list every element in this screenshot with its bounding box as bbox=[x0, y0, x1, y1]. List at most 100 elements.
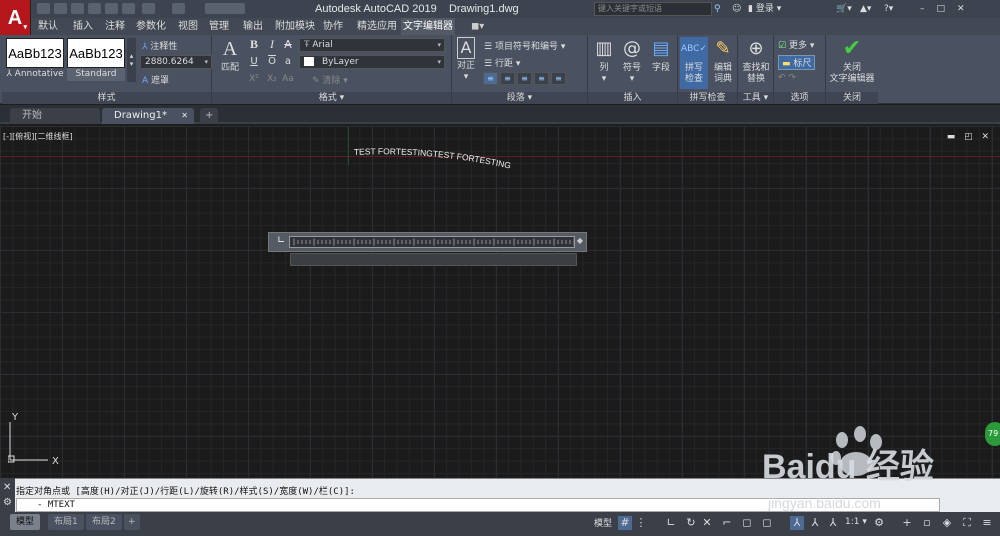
tab-default[interactable]: 默认 bbox=[36, 18, 60, 35]
customize-icon[interactable]: ≡ bbox=[980, 516, 994, 530]
align-left-icon[interactable]: ≡ bbox=[483, 72, 498, 85]
polar-icon[interactable]: ↻ bbox=[684, 516, 698, 530]
lineweight-icon[interactable]: ◻ bbox=[760, 516, 774, 530]
strikethrough-icon[interactable]: A bbox=[282, 38, 294, 51]
store-icon[interactable]: 🛒▾ bbox=[836, 2, 852, 16]
subscript-icon[interactable]: X₂ bbox=[266, 73, 278, 85]
new-icon[interactable] bbox=[37, 3, 50, 14]
exchange-icon[interactable]: ▲▾ bbox=[860, 2, 871, 16]
bold-icon[interactable]: B bbox=[248, 37, 260, 51]
annotation-scale-icon[interactable]: ⅄ bbox=[826, 516, 840, 530]
tab-addins[interactable]: 附加模块 bbox=[273, 18, 317, 35]
layout-tab-model[interactable]: 模型 bbox=[10, 514, 41, 530]
undo-icon[interactable] bbox=[142, 3, 155, 14]
model-space-button[interactable]: 模型 bbox=[594, 516, 612, 529]
tab-stop-icon[interactable]: ∟ bbox=[277, 235, 285, 246]
tab-collaborate[interactable]: 协作 bbox=[321, 18, 345, 35]
tab-drawing1[interactable]: Drawing1* ✕ bbox=[102, 108, 194, 124]
user-icon[interactable]: ☺ bbox=[732, 2, 741, 16]
edit-dictionary-button[interactable]: ✎ 编辑 词典 bbox=[710, 37, 736, 85]
window-controls[interactable]: –□✕ bbox=[920, 2, 977, 16]
more-dropdown[interactable]: ☑ 更多 ▾ bbox=[778, 38, 814, 51]
style-preview-annotative[interactable]: AaBb123 bbox=[6, 38, 64, 68]
mask-button[interactable]: A 遮罩 bbox=[142, 73, 169, 86]
annotation-monitor-icon[interactable]: + bbox=[900, 516, 914, 530]
annotation-visibility-icon[interactable]: ⅄ bbox=[790, 516, 804, 530]
search-input[interactable]: 键入关键字或短语 bbox=[594, 2, 712, 16]
close-command-icon[interactable]: ✕ bbox=[3, 482, 11, 493]
autocad-logo[interactable]: A ▾ bbox=[0, 0, 31, 37]
tab-insert[interactable]: 插入 bbox=[71, 18, 95, 35]
viewport-window-controls[interactable]: ▬ ◰ ✕ bbox=[947, 132, 992, 142]
command-settings-icon[interactable]: ⚙ bbox=[3, 497, 12, 508]
tab-manage[interactable]: 管理 bbox=[207, 18, 231, 35]
open-icon[interactable] bbox=[54, 3, 67, 14]
style-preview-standard[interactable]: AaBb123 bbox=[67, 38, 125, 68]
layout-tab-1[interactable]: 布局1 bbox=[48, 514, 84, 530]
italic-icon[interactable]: I bbox=[266, 37, 278, 51]
close-text-editor-button[interactable]: ✔ 关闭 文字编辑器 bbox=[827, 37, 877, 85]
saveas-icon[interactable] bbox=[88, 3, 101, 14]
linespacing-dropdown[interactable]: ☰ 行距 ▾ bbox=[484, 56, 520, 69]
symbol-button[interactable]: @ 符号 ▾ bbox=[620, 37, 644, 85]
scale-dropdown[interactable]: 1:1 ▾ bbox=[845, 517, 867, 527]
tab-output[interactable]: 输出 bbox=[241, 18, 265, 35]
annotative-toggle[interactable]: ⅄ 注释性 bbox=[142, 39, 177, 52]
match-button[interactable]: A 匹配 bbox=[218, 37, 242, 74]
superscript-icon[interactable]: X² bbox=[248, 73, 260, 85]
ortho-icon[interactable]: ∟ bbox=[664, 516, 678, 530]
color-select[interactable]: ByLayer ▾ bbox=[299, 55, 445, 69]
field-button[interactable]: ▤ 字段 bbox=[648, 37, 674, 74]
mtext-editor[interactable]: ∟ ◆ bbox=[268, 232, 587, 252]
object-snap-tracking-icon[interactable]: ⌐ bbox=[720, 516, 734, 530]
text-height-field[interactable]: 2880.6264 ▾ bbox=[140, 55, 212, 69]
columns-button[interactable]: ▥ 列 ▾ bbox=[592, 37, 616, 85]
snap-icon[interactable]: ⋮ bbox=[634, 516, 648, 530]
spellcheck-button[interactable]: ABC✓ 拼写 检查 bbox=[680, 37, 708, 89]
redo-icon[interactable] bbox=[172, 3, 185, 14]
align-justify-icon[interactable]: ≡ bbox=[534, 72, 549, 85]
login-button[interactable]: ▮ 登录 ▾ bbox=[748, 2, 781, 16]
help-icon[interactable]: ?▾ bbox=[884, 2, 893, 16]
overline-icon[interactable]: O bbox=[266, 55, 278, 68]
font-select[interactable]: Ŧ Arial ▾ bbox=[299, 38, 445, 52]
close-tab-icon[interactable]: ✕ bbox=[181, 108, 188, 124]
layout-tab-2[interactable]: 布局2 bbox=[86, 514, 122, 530]
mtext-input-area[interactable] bbox=[290, 253, 577, 266]
case-toggle-icon[interactable]: Aa bbox=[282, 73, 294, 85]
tab-view[interactable]: 视图 bbox=[176, 18, 200, 35]
style-scroll[interactable]: ▴ ▾ bbox=[127, 38, 136, 82]
isolate-icon[interactable]: ◈ bbox=[940, 516, 954, 530]
grid-icon[interactable]: # bbox=[618, 516, 632, 530]
case-icon[interactable]: a bbox=[282, 55, 294, 68]
align-distribute-icon[interactable]: ≡ bbox=[551, 72, 566, 85]
bullets-dropdown[interactable]: ☰ 项目符号和编号 ▾ bbox=[484, 39, 565, 52]
ruler-toggle[interactable]: ▬ 标尺 bbox=[778, 55, 816, 70]
align-center-icon[interactable]: ≡ bbox=[500, 72, 515, 85]
isodraft-icon[interactable]: ✕ bbox=[700, 516, 714, 530]
share-dropdown[interactable] bbox=[205, 3, 245, 14]
units-icon[interactable]: ▫ bbox=[920, 516, 934, 530]
add-layout-button[interactable]: + bbox=[124, 514, 140, 530]
search-icon[interactable]: ⚲ bbox=[714, 2, 726, 16]
underline-icon[interactable]: U bbox=[248, 55, 260, 68]
tab-annotate[interactable]: 注释 bbox=[103, 18, 127, 35]
workspace-gear-icon[interactable]: ⚙ bbox=[872, 516, 886, 530]
tab-parametric[interactable]: 参数化 bbox=[134, 18, 168, 35]
ruler-handle-icon[interactable]: ◆ bbox=[577, 236, 583, 245]
undo-redo-icons[interactable]: ↶ ↷ bbox=[778, 73, 796, 83]
align-right-icon[interactable]: ≡ bbox=[517, 72, 532, 85]
justify-button[interactable]: A 对正 ▾ bbox=[454, 37, 478, 83]
ribbon-toggle-icon[interactable]: ◼▾ bbox=[469, 18, 486, 35]
tab-text-editor[interactable]: 文字编辑器 bbox=[401, 18, 455, 35]
mtext-ruler[interactable] bbox=[289, 236, 575, 248]
print-icon[interactable] bbox=[122, 3, 135, 14]
save-icon[interactable] bbox=[71, 3, 84, 14]
clear-button[interactable]: ✎ 清除 ▾ bbox=[312, 73, 348, 86]
find-replace-button[interactable]: ⊕ 查找和 替换 bbox=[740, 37, 772, 85]
fullscreen-icon[interactable]: ⛶ bbox=[960, 516, 974, 530]
tab-start[interactable]: 开始 bbox=[10, 108, 100, 124]
new-tab-button[interactable]: + bbox=[200, 108, 218, 124]
web-mobile-icon[interactable] bbox=[105, 3, 118, 14]
tab-featured-apps[interactable]: 精选应用 bbox=[355, 18, 399, 35]
